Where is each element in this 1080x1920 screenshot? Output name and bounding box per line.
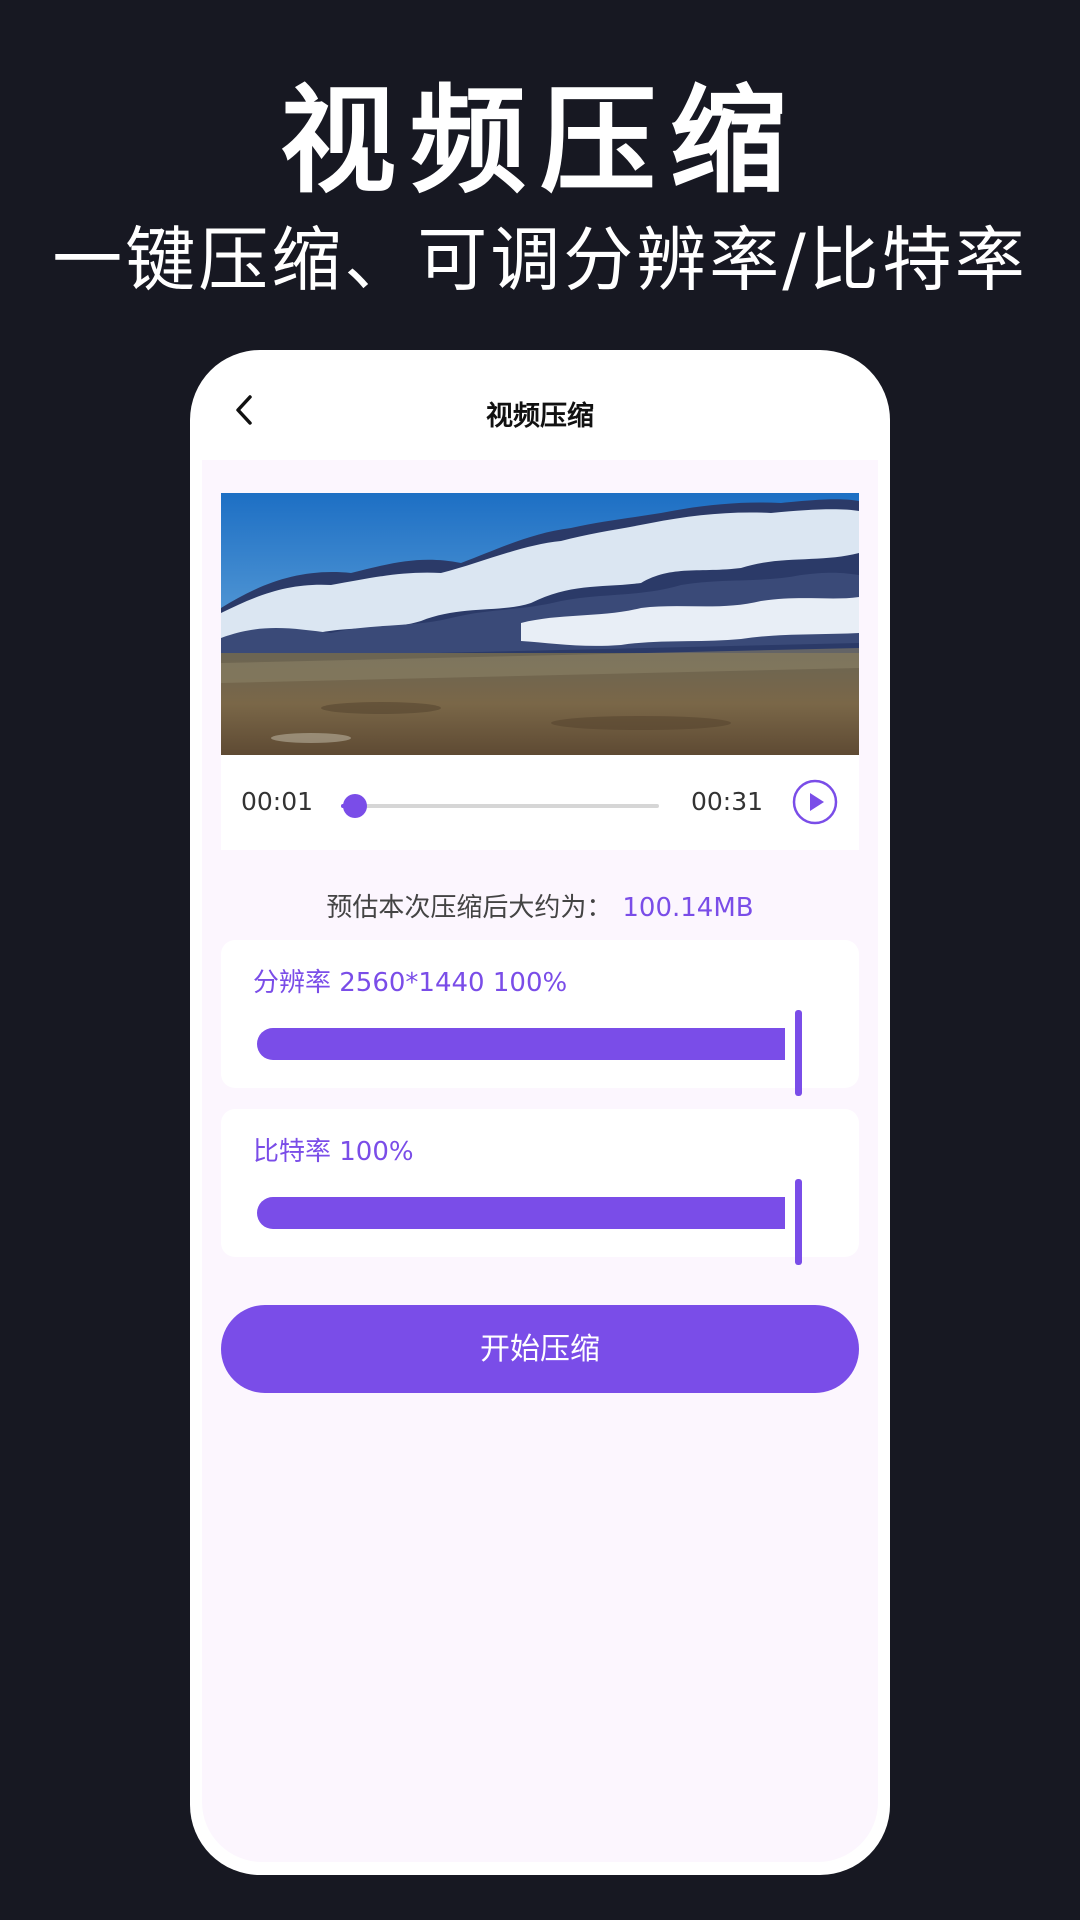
navigation-bar: 视频压缩 bbox=[190, 350, 890, 460]
resolution-label: 分辨率 2560*1440 100% bbox=[253, 968, 568, 998]
bitrate-slider-track bbox=[257, 1197, 785, 1229]
promo-title: 视频压缩 bbox=[280, 74, 800, 209]
size-estimate: 预估本次压缩后大约为： 100.14MB bbox=[190, 887, 890, 924]
video-preview-card: 00:01 00:31 bbox=[221, 493, 859, 850]
estimate-label: 预估本次压缩后大约为： bbox=[326, 893, 613, 923]
resolution-slider-handle[interactable] bbox=[795, 1010, 802, 1096]
bitrate-label: 比特率 100% bbox=[253, 1137, 414, 1167]
video-thumbnail[interactable] bbox=[221, 493, 859, 755]
page-title: 视频压缩 bbox=[486, 401, 594, 432]
resolution-slider[interactable] bbox=[257, 1010, 803, 1100]
play-circle-icon[interactable] bbox=[792, 779, 838, 825]
estimate-value: 100.14MB bbox=[622, 893, 754, 923]
resolution-card: 分辨率 2560*1440 100% bbox=[221, 940, 859, 1096]
bitrate-slider[interactable] bbox=[257, 1179, 803, 1269]
seek-bar[interactable] bbox=[341, 794, 659, 818]
bitrate-slider-fill bbox=[257, 1197, 785, 1229]
current-time: 00:01 bbox=[241, 787, 314, 816]
resolution-slider-fill bbox=[257, 1028, 785, 1060]
bitrate-card: 比特率 100% bbox=[221, 1109, 859, 1265]
promo-subtitle: 一键压缩、可调分辨率/比特率 bbox=[52, 219, 1028, 301]
total-time: 00:31 bbox=[691, 787, 764, 816]
bitrate-slider-handle[interactable] bbox=[795, 1179, 802, 1265]
resolution-slider-track bbox=[257, 1028, 785, 1060]
seek-thumb[interactable] bbox=[343, 794, 367, 818]
phone-frame: 视频压缩 00:01 00:31 预估本次压缩后大约为： 100.14MB 分辨… bbox=[190, 350, 890, 1875]
start-compress-button[interactable]: 开始压缩 bbox=[221, 1305, 859, 1393]
player-controls: 00:01 00:31 bbox=[221, 755, 859, 850]
